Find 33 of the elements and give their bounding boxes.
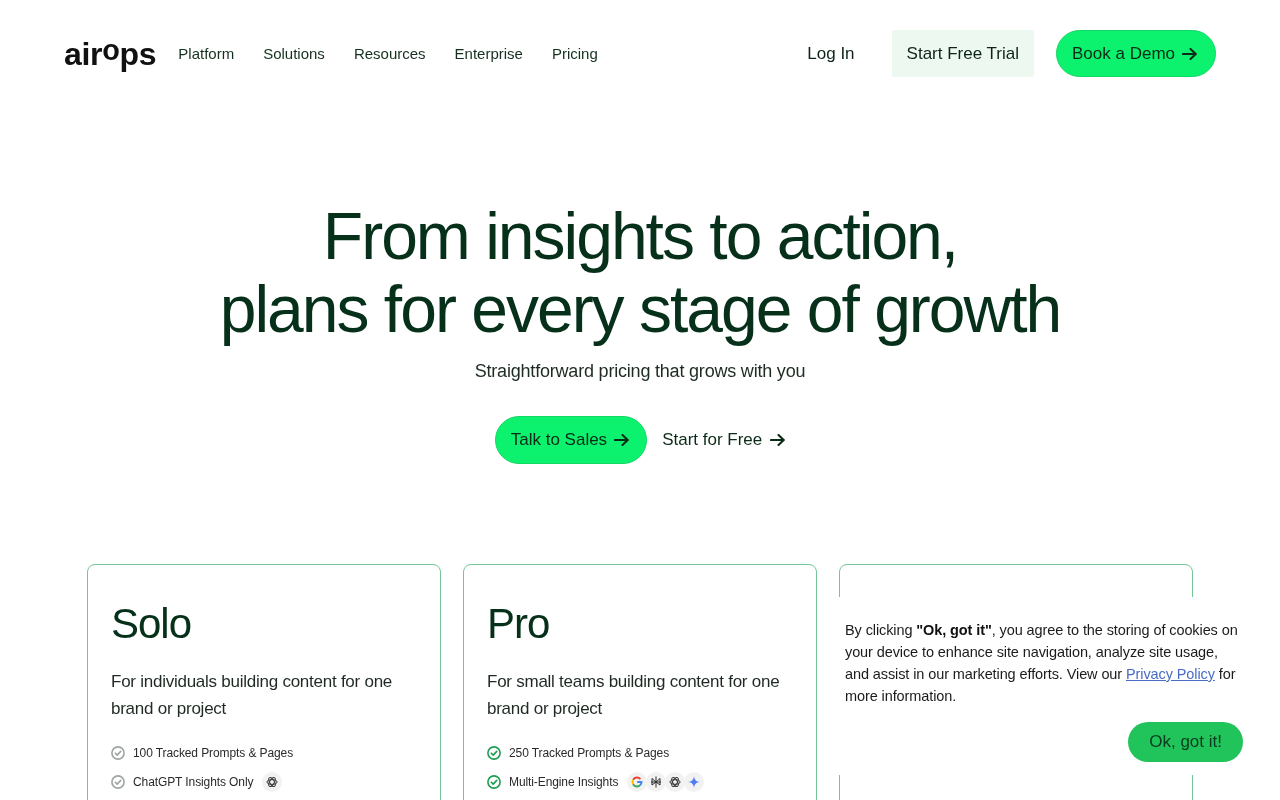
nav-link[interactable]: Resources: [353, 45, 426, 62]
feature-text: Multi-Engine Insights: [509, 775, 619, 789]
nav-link[interactable]: Solutions: [263, 45, 325, 62]
plan-name: Pro: [487, 600, 551, 648]
accept-cookies-button[interactable]: Ok, got it!: [1128, 722, 1243, 762]
nav-link[interactable]: Platform: [178, 45, 235, 62]
plan-description: For small teams building content for one brand or project: [487, 671, 781, 720]
talk-to-sales-button[interactable]: Talk to Sales: [494, 416, 648, 464]
hero-heading: plans for every stage of growth: [218, 273, 1062, 346]
arrow-right-icon: [770, 434, 786, 446]
nav-link[interactable]: Enterprise: [454, 45, 523, 62]
plan-name: Solo: [111, 600, 193, 648]
knot-icon: [262, 772, 283, 792]
feature-text: ChatGPT Insights Only: [133, 775, 254, 789]
hero-subtitle: Straightforward pricing that grows with you: [473, 360, 807, 383]
sparkle-icon: [684, 772, 705, 792]
branch-icon: [646, 772, 667, 792]
privacy-policy-link[interactable]: Privacy Policy: [1126, 666, 1215, 682]
logo[interactable]: air$^{o}$ps: [64, 37, 157, 70]
book-demo-button[interactable]: Book a Demo: [1056, 30, 1216, 77]
arrow-right-icon: [1182, 47, 1197, 60]
cookie-notice-text: By clicking "Ok, got it", you agree to the storing of cookies on your device to enhance site navigation, analyze site usage, and assist in our marketing efforts. View our Privacy Policy for more information.: [845, 621, 1239, 706]
log-in-link[interactable]: Log In: [807, 43, 855, 64]
feature-text: 250 Tracked Prompts & Pages: [509, 746, 670, 760]
feature-text: 100 Tracked Prompts & Pages: [133, 746, 294, 760]
arrow-right-icon: [614, 434, 630, 446]
plan-description: For individuals building content for one brand or project: [111, 671, 394, 720]
knot-icon: [665, 772, 686, 792]
start-free-link[interactable]: Start for Free: [662, 430, 786, 450]
start-trial-button[interactable]: Start Free Trial: [891, 30, 1034, 77]
letter-g-icon: [627, 772, 648, 792]
nav-link[interactable]: Pricing: [551, 45, 598, 62]
hero-heading: From insights to action,: [321, 200, 959, 273]
